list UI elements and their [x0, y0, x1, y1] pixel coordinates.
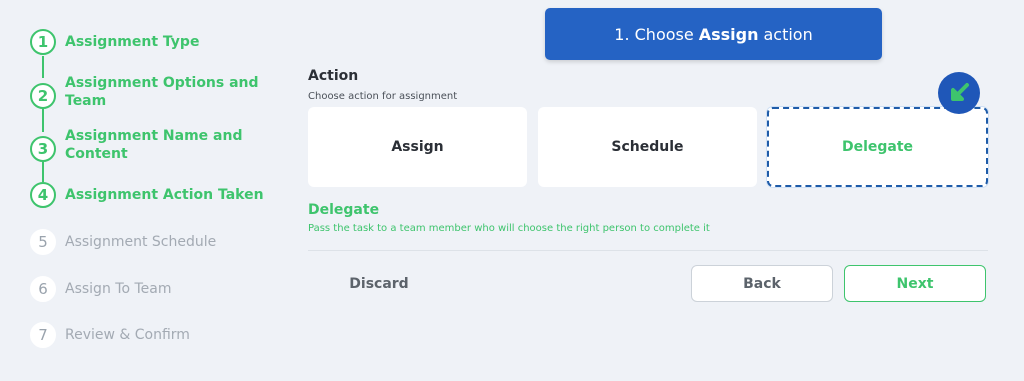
- banner-suffix: action: [763, 24, 813, 44]
- instruction-banner: 1. Choose Assign action: [545, 8, 882, 60]
- step-label: Assignment Type: [65, 34, 200, 50]
- step-review-confirm[interactable]: 7 Review & Confirm: [30, 322, 190, 348]
- step-number: 6: [30, 276, 56, 302]
- next-button[interactable]: Next: [844, 265, 986, 302]
- divider: [308, 250, 988, 251]
- step-label: Review & Confirm: [65, 327, 190, 343]
- option-assign[interactable]: Assign: [308, 107, 527, 187]
- discard-button[interactable]: Discard: [330, 266, 428, 302]
- step-number: 2: [30, 83, 56, 109]
- selected-action-title: Delegate: [308, 202, 380, 218]
- step-label: Assignment Name and Content: [65, 128, 243, 162]
- step-number: 5: [30, 229, 56, 255]
- step-assignment-schedule[interactable]: 5 Assignment Schedule: [30, 229, 216, 255]
- stepper: 1 Assignment Type 2 Assignment Options a…: [0, 0, 290, 381]
- selected-action-description: Pass the task to a team member who will …: [308, 223, 710, 234]
- step-label: Assignment Options and Team: [65, 75, 259, 109]
- option-delegate[interactable]: Delegate: [767, 107, 988, 187]
- step-number: 1: [30, 29, 56, 55]
- step-assignment-action[interactable]: 4 Assignment Action Taken: [30, 182, 264, 208]
- banner-prefix: 1. Choose: [614, 24, 694, 44]
- step-number: 3: [30, 136, 56, 162]
- step-assignment-type[interactable]: 1 Assignment Type: [30, 29, 199, 55]
- action-title: Action: [308, 68, 359, 84]
- step-label: Assignment Action Taken: [65, 187, 264, 203]
- arrow-down-left-icon: [938, 72, 980, 114]
- step-assignment-options[interactable]: 2 Assignment Options and Team: [30, 74, 259, 110]
- option-label: Delegate: [841, 139, 914, 155]
- step-assignment-name[interactable]: 3 Assignment Name and Content: [30, 127, 242, 163]
- stepper-connector: [42, 160, 44, 182]
- step-number: 7: [30, 322, 56, 348]
- option-schedule[interactable]: Schedule: [538, 107, 757, 187]
- option-label: Schedule: [611, 139, 684, 155]
- banner-emphasis: Assign: [698, 24, 759, 44]
- option-label: Assign: [391, 139, 444, 155]
- step-number: 4: [30, 182, 56, 208]
- back-button[interactable]: Back: [691, 265, 833, 302]
- action-subtitle: Choose action for assignment: [308, 91, 458, 102]
- step-label: Assignment Schedule: [65, 234, 217, 250]
- step-assign-to-team[interactable]: 6 Assign To Team: [30, 276, 171, 302]
- step-label: Assign To Team: [65, 281, 172, 297]
